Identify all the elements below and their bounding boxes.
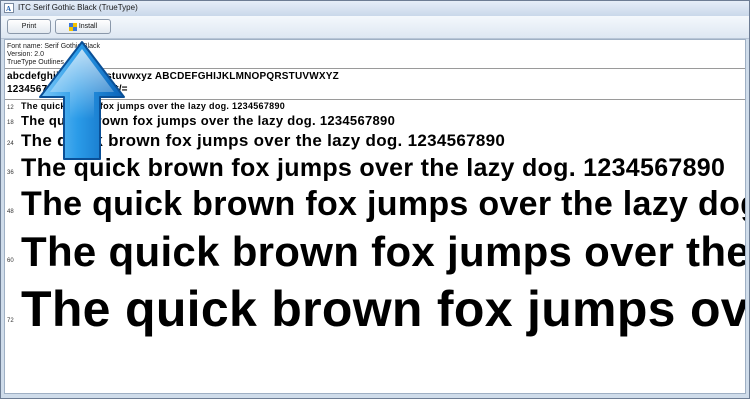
sample-size-label: 72	[7, 318, 14, 324]
font-viewer-window: A ITC Serif Gothic Black (TrueType) Prin…	[0, 0, 750, 399]
window-title: ITC Serif Gothic Black (TrueType)	[18, 3, 138, 12]
sample-size-label: 60	[7, 258, 14, 264]
shield-icon	[68, 22, 77, 31]
install-button-label: Install	[78, 23, 98, 30]
sample-size-label: 18	[7, 120, 14, 126]
sample-size-label: 12	[7, 105, 14, 111]
print-button[interactable]: Print	[7, 19, 51, 34]
sample-size-label: 48	[7, 209, 14, 215]
svg-text:A: A	[6, 5, 11, 13]
sample-size-label: 36	[7, 170, 14, 176]
toolbar: Print Install	[1, 16, 749, 39]
font-file-icon: A	[4, 3, 14, 13]
install-button[interactable]: Install	[55, 19, 111, 34]
sample-line-60: The quick brown fox jumps over the lazy …	[21, 228, 746, 275]
arrow-up-icon	[39, 41, 125, 160]
sample-line-72: The quick brown fox jumps over the lazy …	[21, 281, 746, 337]
title-bar: A ITC Serif Gothic Black (TrueType)	[1, 1, 749, 16]
sample-line-48: The quick brown fox jumps over the lazy …	[21, 185, 745, 223]
print-button-label: Print	[21, 23, 37, 30]
sample-size-label: 24	[7, 141, 14, 147]
